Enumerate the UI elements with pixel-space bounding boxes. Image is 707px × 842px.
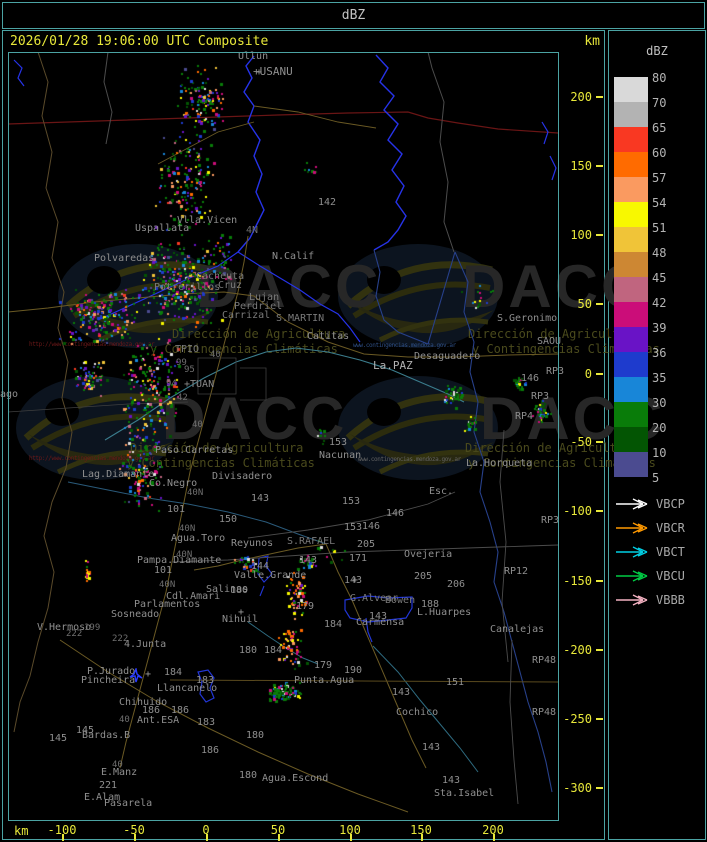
vector-arrow-vbcr — [613, 520, 651, 536]
vector-label: VBCP — [656, 497, 685, 511]
timestamp-text: 2026/01/28 19:06:00 UTC Composite — [10, 34, 269, 49]
bottom-axis-tick — [350, 834, 352, 841]
scale-value-label: 10 — [652, 446, 667, 460]
bottom-axis-tick — [493, 834, 495, 841]
radar-echo-layer — [8, 52, 559, 821]
vector-label: VBCR — [656, 521, 685, 535]
scale-swatch — [614, 127, 648, 152]
scale-swatch — [614, 452, 648, 477]
scale-swatch — [614, 277, 648, 302]
scale-value-label: 30 — [652, 396, 667, 410]
right-axis-tick — [596, 165, 603, 167]
scale-swatch — [614, 252, 648, 277]
arrow-icon — [616, 594, 648, 606]
right-axis-tick-label: -100 — [563, 504, 592, 518]
right-axis-tick-label: -300 — [563, 781, 592, 795]
scale-swatch — [614, 227, 648, 252]
arrow-icon — [616, 570, 648, 582]
radar-app-window: dBZ 2026/01/28 19:06:00 UTC Composite km… — [0, 0, 707, 842]
bottom-axis-tick — [62, 834, 64, 841]
scale-value-label: 35 — [652, 371, 667, 385]
legend-title: dBZ — [646, 44, 668, 58]
arrow-icon — [616, 522, 648, 534]
right-axis-tick — [596, 373, 603, 375]
scale-swatch — [614, 177, 648, 202]
right-axis-tick — [596, 96, 603, 98]
right-axis-tick-label: -150 — [563, 574, 592, 588]
arrow-icon — [616, 498, 648, 510]
scale-value-label: 39 — [652, 321, 667, 335]
right-axis-tick-label: 150 — [570, 159, 592, 173]
vector-label: VBCT — [656, 545, 685, 559]
scale-value-label: 57 — [652, 171, 667, 185]
scale-value-label: 70 — [652, 96, 667, 110]
right-axis-tick-label: -250 — [563, 712, 592, 726]
bottom-axis-tick — [206, 834, 208, 841]
scale-swatch — [614, 77, 648, 102]
scale-swatch — [614, 302, 648, 327]
bottom-axis-tick — [421, 834, 423, 841]
scale-swatch — [614, 102, 648, 127]
right-axis-tick — [596, 787, 603, 789]
scale-swatch — [614, 152, 648, 177]
right-axis-tick-label: 100 — [570, 228, 592, 242]
right-axis-tick — [596, 441, 603, 443]
right-axis-tick-label: -200 — [563, 643, 592, 657]
scale-value-label: 54 — [652, 196, 667, 210]
bottom-axis-tick — [278, 834, 280, 841]
scale-value-label: 80 — [652, 71, 667, 85]
vector-label: VBCU — [656, 569, 685, 583]
right-axis-tick-label: 50 — [577, 297, 592, 311]
scale-swatch — [614, 327, 648, 352]
station-icon — [129, 668, 143, 683]
scale-swatch — [614, 202, 648, 227]
scale-value-label: 65 — [652, 121, 667, 135]
scale-value-label: 36 — [652, 346, 667, 360]
scale-swatch — [614, 377, 648, 402]
right-axis-tick — [596, 649, 603, 651]
scale-swatch — [614, 427, 648, 452]
scale-value-label: 42 — [652, 296, 667, 310]
bottom-axis-unit: km — [14, 824, 29, 838]
scale-value-label: 20 — [652, 421, 667, 435]
right-axis-tick — [596, 718, 603, 720]
scale-swatch — [614, 402, 648, 427]
bottom-axis-tick — [134, 834, 136, 841]
vector-arrow-vbcp — [613, 496, 651, 512]
vector-label: VBBB — [656, 593, 685, 607]
right-axis-unit: km — [584, 34, 600, 49]
scale-swatch — [614, 352, 648, 377]
scale-value-label: 48 — [652, 246, 667, 260]
right-axis-tick-label: 200 — [570, 90, 592, 104]
scale-value-label: 5 — [652, 471, 660, 485]
right-axis-tick-label: -50 — [570, 435, 592, 449]
scale-value-label: 51 — [652, 221, 667, 235]
right-axis-tick — [596, 234, 603, 236]
vector-arrow-vbcu — [613, 568, 651, 584]
scale-value-label: 45 — [652, 271, 667, 285]
vector-arrow-vbct — [613, 544, 651, 560]
right-axis-tick-label: 0 — [584, 367, 592, 381]
vector-arrow-vbbb — [613, 592, 651, 608]
scale-value-label: 60 — [652, 146, 667, 160]
right-axis-tick — [596, 510, 603, 512]
arrow-icon — [616, 546, 648, 558]
right-axis-tick — [596, 580, 603, 582]
right-axis-tick — [596, 303, 603, 305]
